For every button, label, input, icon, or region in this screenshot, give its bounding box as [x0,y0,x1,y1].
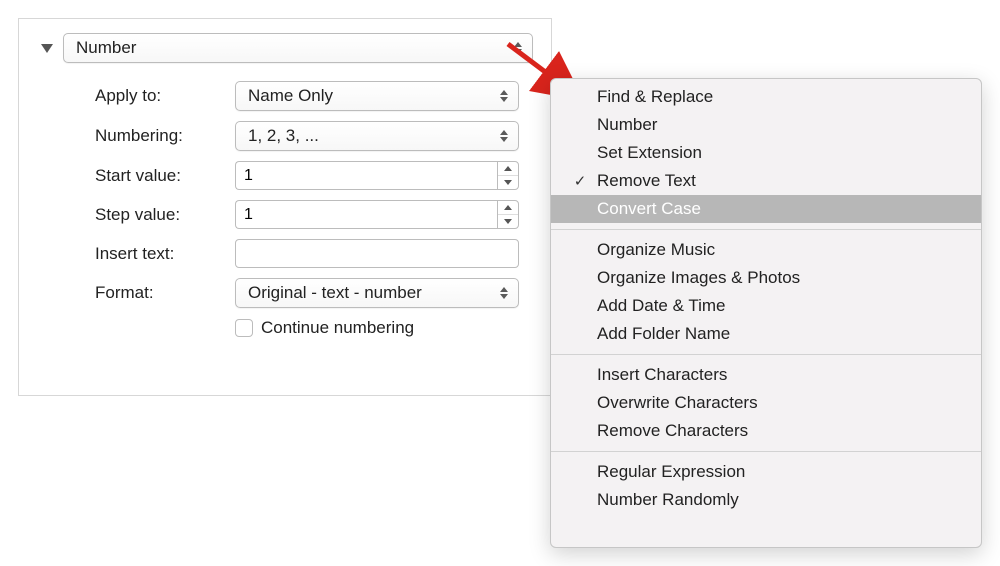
menu-item-label: Regular Expression [597,462,745,482]
numbering-label: Numbering: [95,126,235,146]
action-type-label: Number [76,38,136,58]
menu-item-label: Add Date & Time [597,296,726,316]
stepper-up-icon[interactable] [498,201,518,215]
menu-item[interactable]: Number [551,111,981,139]
format-label: Format: [95,283,235,303]
menu-item[interactable]: Add Date & Time [551,292,981,320]
menu-item-label: Set Extension [597,143,702,163]
menu-item[interactable]: Number Randomly [551,486,981,514]
start-value-row: Start value: [95,161,519,190]
menu-item[interactable]: Add Folder Name [551,320,981,348]
menu-item-label: Add Folder Name [597,324,730,344]
step-value-input[interactable] [235,200,497,229]
disclosure-triangle-icon[interactable] [41,44,53,53]
numbering-popup[interactable]: 1, 2, 3, ... [235,121,519,151]
menu-item[interactable]: Convert Case [551,195,981,223]
menu-item[interactable]: Regular Expression [551,458,981,486]
menu-item[interactable]: Find & Replace [551,83,981,111]
continue-numbering-label: Continue numbering [261,318,414,338]
menu-separator [551,354,981,355]
insert-text-row: Insert text: [95,239,519,268]
menu-item-label: Find & Replace [597,87,713,107]
menu-separator [551,451,981,452]
form-area: Apply to: Name Only Numbering: 1, 2, 3, … [19,71,551,338]
menu-item[interactable]: Overwrite Characters [551,389,981,417]
apply-to-value: Name Only [248,86,333,106]
apply-to-label: Apply to: [95,86,235,106]
step-value-stepper[interactable] [497,200,519,229]
apply-to-row: Apply to: Name Only [95,81,519,111]
menu-item-label: Number Randomly [597,490,739,510]
disclosure-row: Number [19,19,551,71]
action-type-popup[interactable]: Number [63,33,533,63]
start-value-label: Start value: [95,166,235,186]
menu-separator [551,229,981,230]
step-value-label: Step value: [95,205,235,225]
insert-text-label: Insert text: [95,244,235,264]
popup-updown-icon [500,130,508,142]
format-popup[interactable]: Original - text - number [235,278,519,308]
stepper-down-icon[interactable] [498,176,518,189]
menu-item[interactable]: Insert Characters [551,361,981,389]
format-row: Format: Original - text - number [95,278,519,308]
number-settings-panel: Number Apply to: Name Only Numbering: [18,18,552,396]
menu-item-label: Remove Characters [597,421,748,441]
numbering-row: Numbering: 1, 2, 3, ... [95,121,519,151]
numbering-value: 1, 2, 3, ... [248,126,319,146]
continue-numbering-row: Continue numbering [235,318,519,338]
menu-item[interactable]: Organize Music [551,236,981,264]
insert-text-input[interactable] [235,239,519,268]
menu-item[interactable]: ✓ Remove Text [551,167,981,195]
menu-item-label: Number [597,115,657,135]
apply-to-popup[interactable]: Name Only [235,81,519,111]
checkmark-icon: ✓ [571,172,589,190]
menu-item[interactable]: Remove Characters [551,417,981,445]
continue-numbering-checkbox[interactable] [235,319,253,337]
menu-item-label: Insert Characters [597,365,727,385]
action-type-menu: Find & Replace Number Set Extension ✓ Remove… [550,78,982,548]
menu-item-label: Organize Music [597,240,715,260]
menu-item-label: Overwrite Characters [597,393,758,413]
menu-item-label: Convert Case [597,199,701,219]
menu-item-label: Remove Text [597,171,696,191]
menu-item-label: Organize Images & Photos [597,268,800,288]
step-value-row: Step value: [95,200,519,229]
menu-item[interactable]: Set Extension [551,139,981,167]
format-value: Original - text - number [248,283,422,303]
popup-updown-icon [514,42,522,54]
stepper-up-icon[interactable] [498,162,518,176]
stepper-down-icon[interactable] [498,215,518,228]
popup-updown-icon [500,90,508,102]
popup-updown-icon [500,287,508,299]
start-value-stepper[interactable] [497,161,519,190]
menu-item[interactable]: Organize Images & Photos [551,264,981,292]
start-value-input[interactable] [235,161,497,190]
